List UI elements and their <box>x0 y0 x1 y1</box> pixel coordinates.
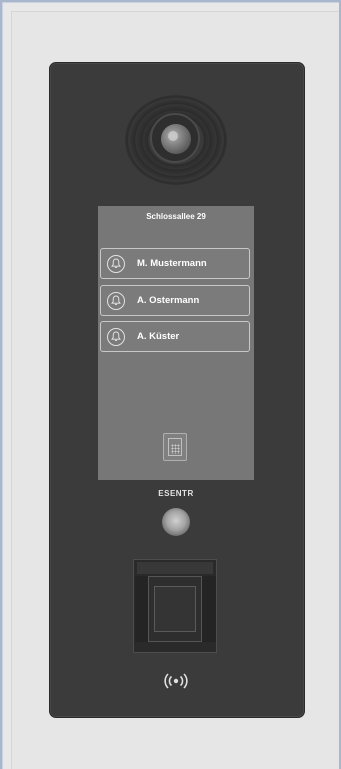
resident-name: A. Küster <box>137 331 180 342</box>
fingerprint-reader-side-right <box>202 576 216 642</box>
nfc-icon <box>163 672 189 690</box>
keypad-icon[interactable] <box>163 433 187 461</box>
camera-lens-highlight <box>168 131 178 141</box>
brand-logo: ESENTR <box>158 489 194 498</box>
call-button[interactable] <box>162 508 190 536</box>
bell-icon <box>107 292 125 310</box>
address-title: Schlossallee 29 <box>146 212 206 221</box>
bell-icon <box>107 328 125 346</box>
resident-button-kuester[interactable]: A. Küster <box>100 321 250 352</box>
display-screen: Schlossallee 29 M. Mustermann A. Osterma… <box>98 206 254 480</box>
keypad-keys <box>171 444 180 454</box>
fingerprint-reader-side-left <box>135 576 149 642</box>
resident-name: A. Ostermann <box>137 295 200 306</box>
fingerprint-sensor[interactable] <box>154 586 196 632</box>
resident-name: M. Mustermann <box>137 258 207 269</box>
keypad-frame <box>168 438 182 456</box>
resident-button-ostermann[interactable]: A. Ostermann <box>100 285 250 316</box>
bell-icon <box>107 255 125 273</box>
resident-button-mustermann[interactable]: M. Mustermann <box>100 248 250 279</box>
fingerprint-reader-top <box>137 562 213 574</box>
